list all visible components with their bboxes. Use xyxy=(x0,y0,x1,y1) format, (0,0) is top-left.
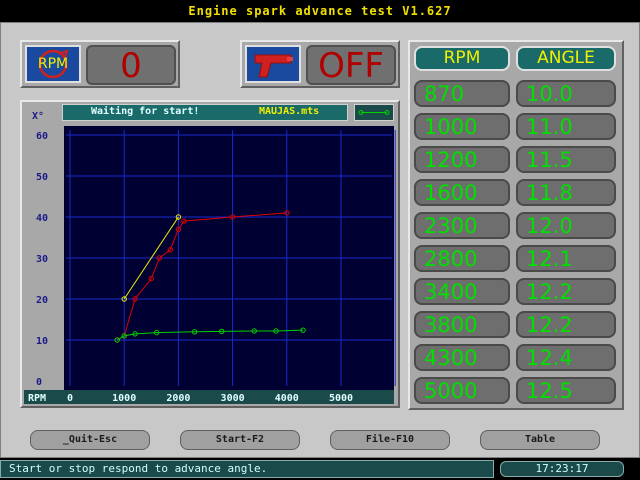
rpm-cell: 4300 xyxy=(414,344,510,371)
file-button[interactable]: File-F10 xyxy=(330,430,450,450)
angle-cell: 11.5 xyxy=(516,146,616,173)
y-tick-label: 50 xyxy=(36,172,48,183)
y-tick-label: 30 xyxy=(36,254,48,265)
rpm-column-header: RPM xyxy=(414,46,510,71)
x-tick-label: 2000 xyxy=(166,393,190,404)
angle-cell: 11.8 xyxy=(516,179,616,206)
status-bar: Start or stop respond to advance angle. xyxy=(0,460,494,478)
rpm-indicator-panel: RPM 0 xyxy=(20,40,180,88)
table-button[interactable]: Table xyxy=(480,430,600,450)
rpm-cell: 1600 xyxy=(414,179,510,206)
rpm-cell: 2800 xyxy=(414,245,510,272)
quit-button[interactable]: _Quit-Esc xyxy=(30,430,150,450)
rpm-angle-table: RPM ANGLE 870 10.0 1000 11.0 1200 11.5 1600 11.… xyxy=(408,40,624,410)
y-tick-label: 10 xyxy=(36,336,48,347)
rpm-cell: 3800 xyxy=(414,311,510,338)
y-tick-label: 0 xyxy=(36,377,42,388)
start-button[interactable]: Start-F2 xyxy=(180,430,300,450)
chart-panel: Waiting for start! MAUJAS.mts 0 10 20 30 40 5… xyxy=(20,100,400,408)
rpm-cell: 1000 xyxy=(414,113,510,140)
rpm-cell: 1200 xyxy=(414,146,510,173)
angle-cell: 12.5 xyxy=(516,377,616,404)
y-tick-labels: 0 10 20 30 40 50 60 xyxy=(36,131,48,388)
angle-column-header: ANGLE xyxy=(516,46,616,71)
rpm-value-display: 0 xyxy=(86,45,176,85)
rpm-cell: 870 xyxy=(414,80,510,107)
rpm-icon-label: RPM xyxy=(37,56,69,72)
x-tick-label: 3000 xyxy=(221,393,245,404)
rpm-cell: 2300 xyxy=(414,212,510,239)
angle-cell: 12.2 xyxy=(516,311,616,338)
clock-display: 17:23:17 xyxy=(500,461,624,477)
angle-cell: 11.0 xyxy=(516,113,616,140)
x-tick-label: 5000 xyxy=(329,393,353,404)
title-bar: Engine spark advance test V1.627 xyxy=(0,0,640,22)
trigger-state-display: OFF xyxy=(306,45,396,85)
y-axis-label: X° xyxy=(32,111,44,122)
window-title: Engine spark advance test V1.627 xyxy=(188,4,452,18)
x-tick-label: 1000 xyxy=(112,393,136,404)
timing-gun-icon xyxy=(245,45,301,83)
angle-cell: 12.2 xyxy=(516,278,616,305)
rpm-gauge-icon: RPM xyxy=(25,45,81,83)
angle-cell: 12.1 xyxy=(516,245,616,272)
y-tick-label: 60 xyxy=(36,131,48,142)
angle-cell: 10.0 xyxy=(516,80,616,107)
rpm-cell: 5000 xyxy=(414,377,510,404)
rpm-cell: 3400 xyxy=(414,278,510,305)
y-tick-label: 20 xyxy=(36,295,48,306)
x-tick-label: 0 xyxy=(67,393,73,404)
x-axis-label: RPM xyxy=(28,393,46,404)
y-tick-label: 40 xyxy=(36,213,48,224)
spark-advance-chart: 0102030405060 0 1000 2000 3000 4000 5000 RPM … xyxy=(24,111,396,404)
angle-cell: 12.4 xyxy=(516,344,616,371)
angle-cell: 12.0 xyxy=(516,212,616,239)
x-tick-label: 4000 xyxy=(275,393,299,404)
trigger-indicator-panel: OFF xyxy=(240,40,400,88)
